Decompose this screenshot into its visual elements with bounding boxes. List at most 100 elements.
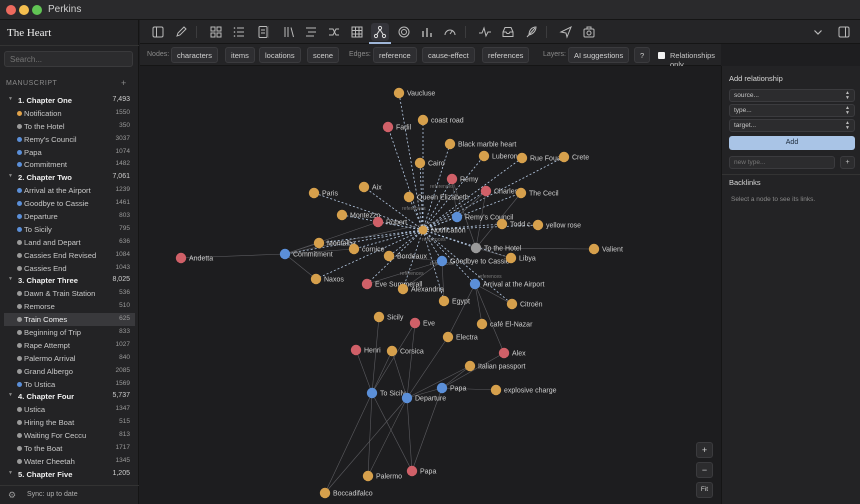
scene-row[interactable]: Beginning of Trip 833 — [0, 326, 139, 339]
scene-row[interactable]: Waiting For Ceccu 813 — [0, 429, 139, 442]
fit-button[interactable]: Fit — [696, 482, 713, 498]
node-dot[interactable] — [397, 283, 409, 295]
node-dot[interactable] — [406, 465, 418, 477]
node-dot[interactable] — [279, 248, 291, 260]
chapter-row[interactable]: ▼ 2. Chapter Two 7,061 — [0, 171, 139, 184]
node-dot[interactable] — [386, 345, 398, 357]
node-filter-characters[interactable]: characters — [171, 47, 219, 63]
node-dot[interactable] — [418, 225, 428, 235]
node-dot[interactable] — [358, 181, 370, 193]
graph-node-fadil[interactable]: Fadil — [382, 121, 412, 133]
node-dot[interactable] — [516, 152, 528, 164]
graph-node-alex[interactable]: Alex — [498, 347, 526, 359]
graph-node-cafe[interactable]: café El-Nazar — [476, 318, 533, 330]
chapter-row[interactable]: ▼ 3. Chapter Three 8,025 — [0, 274, 139, 287]
node-dot[interactable] — [480, 185, 492, 197]
align-icon[interactable] — [302, 23, 320, 41]
node-dot[interactable] — [470, 242, 482, 254]
node-dot[interactable] — [506, 298, 518, 310]
graph-node-electra[interactable]: Electra — [442, 331, 478, 343]
scene-row[interactable]: Remy's Council 3037 — [0, 133, 139, 146]
node-dot[interactable] — [436, 382, 448, 394]
graph-node-robert[interactable]: Robert — [372, 216, 407, 228]
node-dot[interactable] — [438, 295, 450, 307]
node-dot[interactable] — [361, 278, 373, 290]
node-dot[interactable] — [319, 487, 331, 499]
scene-row[interactable]: Ustica 1347 — [0, 403, 139, 416]
graph-node-montezzo[interactable]: Montezzo — [336, 209, 381, 221]
node-dot[interactable] — [313, 237, 325, 249]
close-window-button[interactable] — [6, 5, 16, 15]
list-icon[interactable] — [230, 23, 248, 41]
graph-node-charles[interactable]: Charles — [480, 185, 519, 197]
feather-icon[interactable] — [522, 23, 540, 41]
graph-node-thececil[interactable]: The Cecil — [515, 187, 559, 199]
scene-row[interactable]: To the Hotel 350 — [0, 120, 139, 133]
graph-node-tosicily[interactable]: To Sicily — [366, 387, 406, 399]
shuffle-icon[interactable] — [325, 23, 343, 41]
pulse-icon[interactable] — [476, 23, 494, 41]
right-panel-icon[interactable] — [835, 23, 853, 41]
graph-edge[interactable] — [367, 397, 408, 477]
node-dot[interactable] — [401, 392, 413, 404]
node-filter-scene[interactable]: scene — [307, 47, 340, 63]
scene-row[interactable]: Train Comes 625 — [4, 313, 135, 327]
graph-node-corsica[interactable]: Corsica — [386, 345, 424, 357]
node-dot[interactable] — [446, 173, 458, 185]
scene-row[interactable]: Cassies End 1043 — [0, 262, 139, 275]
graph-node-ruefouat[interactable]: Rue Fouat — [516, 152, 563, 164]
scene-row[interactable]: Land and Depart 636 — [0, 236, 139, 249]
node-dot[interactable] — [350, 344, 362, 356]
node-dot[interactable] — [496, 218, 508, 230]
graph-node-todd[interactable]: Todd c — [496, 218, 531, 230]
table-icon[interactable] — [348, 23, 366, 41]
target-select[interactable]: target... ▲ ▼ — [729, 119, 855, 132]
graph-node-arrival[interactable]: Arrival at the Airport — [469, 278, 545, 290]
graph-node-yellowrose[interactable]: yellow rose — [532, 219, 581, 231]
zoom-out-button[interactable]: − — [696, 462, 713, 478]
minimize-window-button[interactable] — [19, 5, 29, 15]
bar-chart-icon[interactable] — [418, 23, 436, 41]
graph-node-tothehotel[interactable]: To the Hotel — [470, 242, 522, 254]
graph-node-citroen[interactable]: Citroën — [506, 298, 543, 310]
target-icon[interactable] — [395, 23, 413, 41]
graph-node-cairo[interactable]: Cairo — [414, 157, 445, 169]
node-dot[interactable] — [558, 151, 570, 163]
graph-edge[interactable] — [441, 260, 445, 302]
source-select[interactable]: source... ▲ ▼ — [729, 89, 855, 102]
help-button[interactable]: ? — [634, 47, 651, 63]
chevron-down-icon[interactable] — [809, 23, 827, 41]
document-icon[interactable] — [254, 23, 272, 41]
chevron-down-icon[interactable]: ▼ — [8, 392, 13, 398]
zoom-in-button[interactable]: + — [696, 442, 713, 458]
graph-canvas[interactable]: references references references references… — [140, 66, 721, 504]
node-dot[interactable] — [498, 347, 510, 359]
maximize-window-button[interactable] — [32, 5, 42, 15]
scene-row[interactable]: Commitment 1482 — [0, 158, 139, 171]
scene-row[interactable]: Arrival at the Airport 1239 — [0, 184, 139, 197]
chevron-down-icon[interactable]: ▼ — [8, 96, 13, 102]
node-dot[interactable] — [366, 387, 378, 399]
node-dot[interactable] — [348, 243, 360, 255]
node-dot[interactable] — [478, 150, 490, 162]
graph-node-henri[interactable]: Henri — [350, 344, 381, 356]
graph-node-crete[interactable]: Crete — [558, 151, 589, 163]
graph-node-luberon[interactable]: Luberon — [478, 150, 518, 162]
node-dot[interactable] — [383, 250, 395, 262]
graph-edge[interactable] — [474, 283, 483, 325]
node-dot[interactable] — [373, 311, 385, 323]
scene-row[interactable]: To the Boat 1717 — [0, 442, 139, 455]
camera-icon[interactable] — [580, 23, 598, 41]
node-dot[interactable] — [588, 243, 600, 255]
chevron-down-icon[interactable]: ▼ — [8, 470, 13, 476]
graph-node-italian[interactable]: Italian passport — [464, 360, 526, 372]
node-dot[interactable] — [382, 121, 394, 133]
node-dot[interactable] — [469, 278, 481, 290]
node-dot[interactable] — [414, 157, 426, 169]
node-dot[interactable] — [417, 114, 429, 126]
scene-row[interactable]: Grand Albergo 2085 — [0, 365, 139, 378]
search-input[interactable] — [4, 51, 133, 67]
graph-node-eve[interactable]: Eve — [409, 317, 435, 329]
node-dot[interactable] — [362, 470, 374, 482]
graph-node-libya[interactable]: Libya — [505, 252, 536, 264]
